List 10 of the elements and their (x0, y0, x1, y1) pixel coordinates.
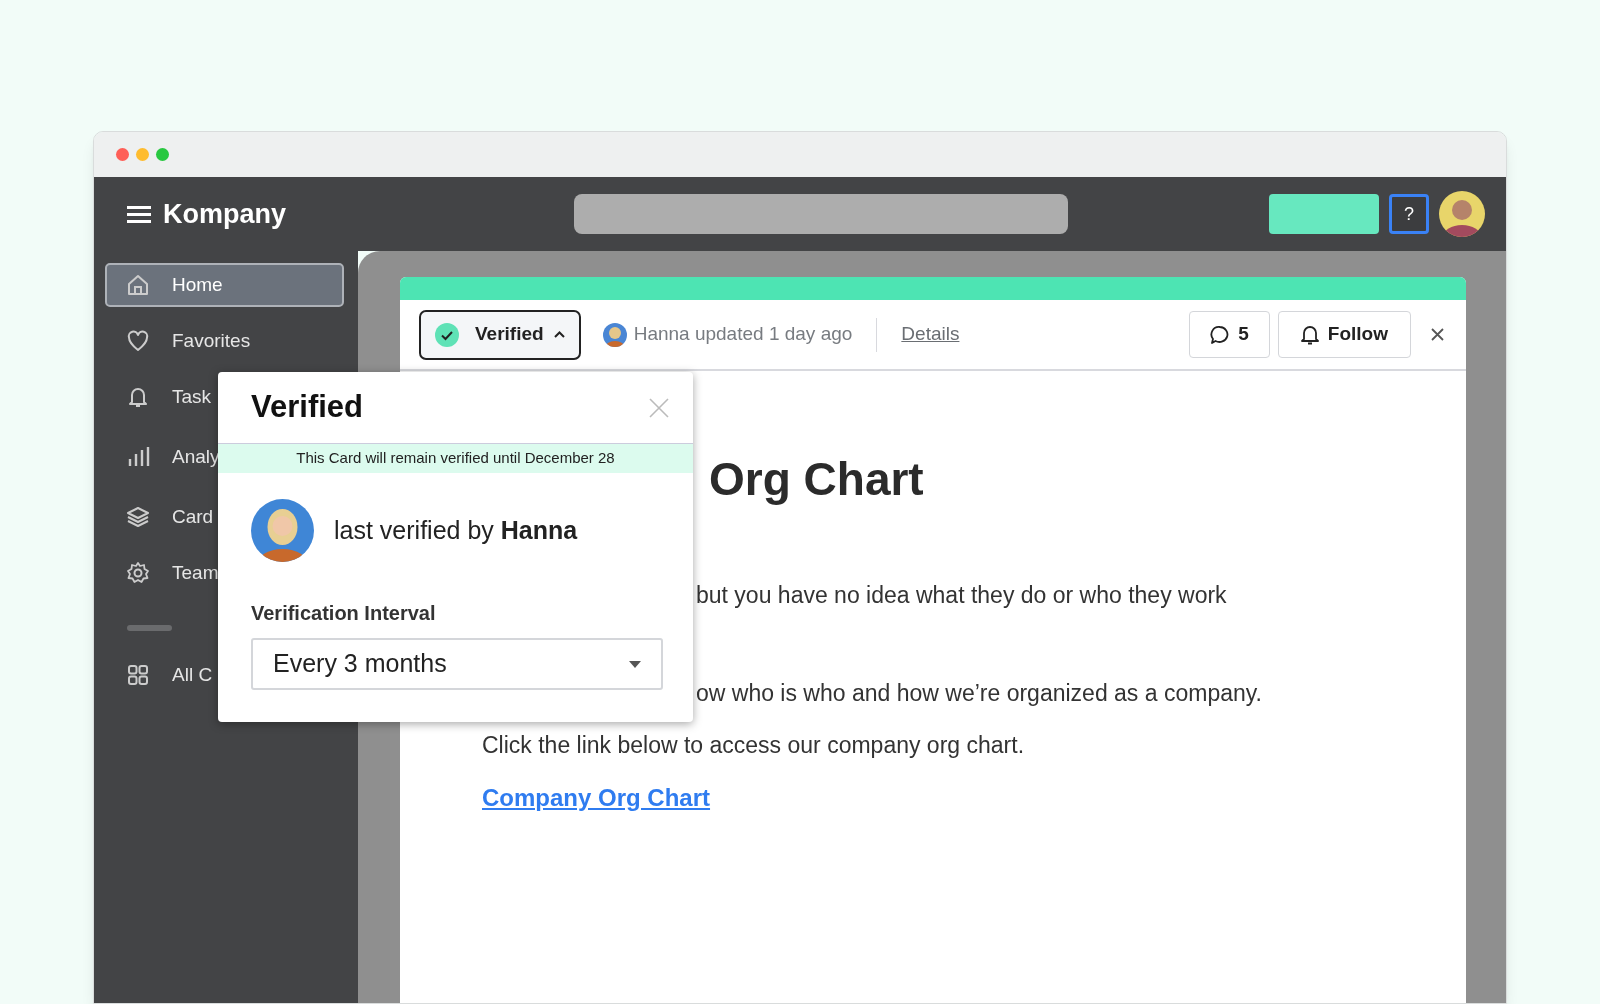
paragraph-text: but you have no idea what they do or who they work (696, 581, 1227, 610)
verification-banner: This Card will remain verified until December 28 (218, 443, 693, 473)
verifier-text: last verified by Hanna (334, 514, 578, 546)
popover-title: Verified (251, 388, 363, 427)
paragraph-text: Click the link below to access our company org chart. (482, 731, 1025, 760)
brand-name: Kompany (163, 197, 287, 231)
card-heading: Org Chart (709, 452, 924, 507)
field-label: Verification Interval (250, 601, 437, 626)
update-text: Hanna updated 1 day ago (633, 322, 853, 347)
paragraph-text: ow who is who and how we’re organized as a company. (696, 679, 1262, 708)
